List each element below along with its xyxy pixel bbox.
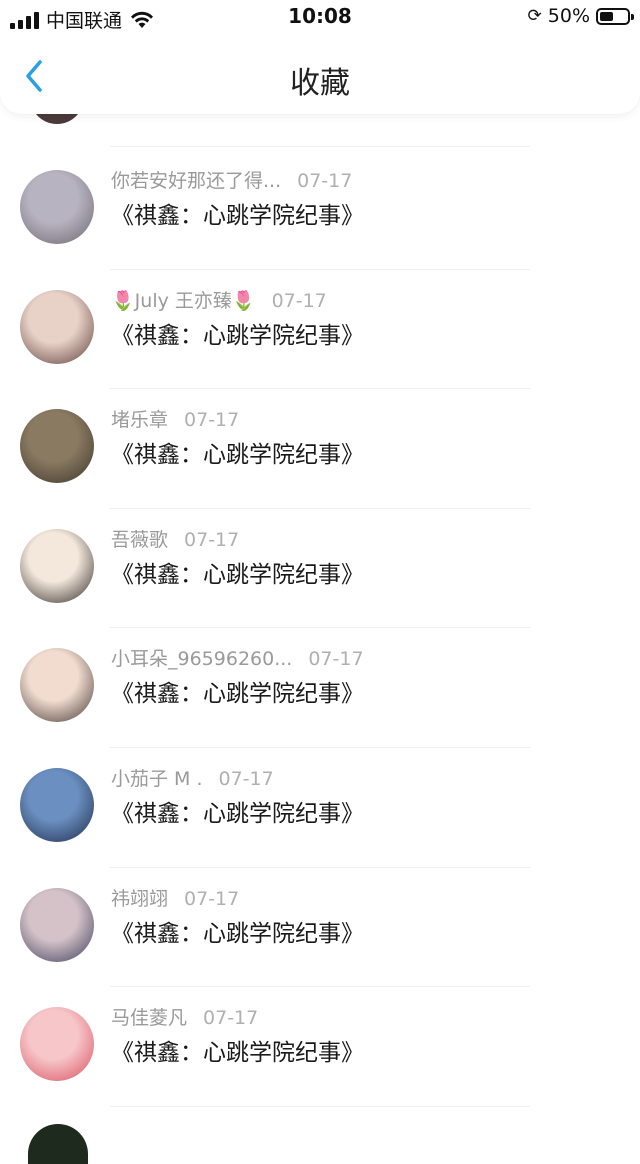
work-title[interactable]: 《祺鑫：心跳学院纪事》 bbox=[111, 914, 364, 948]
work-title[interactable]: 《祺鑫：心跳学院纪事》 bbox=[111, 794, 364, 828]
page-title: 收藏 bbox=[290, 66, 350, 101]
item-meta: 小耳朵_96596260... 07-17 bbox=[111, 644, 364, 671]
username[interactable]: 你若安好那还了得... bbox=[111, 170, 281, 192]
username[interactable]: 马佳菱凡 bbox=[111, 1007, 187, 1029]
rotation-lock-icon: ⟳ bbox=[527, 6, 542, 26]
item-meta: 吾薇歌 07-17 bbox=[111, 525, 239, 552]
item-date: 07-17 bbox=[218, 768, 274, 790]
tulip-icon: 🌷 bbox=[231, 289, 256, 312]
avatar[interactable] bbox=[20, 1007, 94, 1082]
avatar[interactable] bbox=[20, 887, 94, 962]
username[interactable]: July 王亦臻 bbox=[135, 290, 232, 312]
avatar[interactable] bbox=[20, 170, 94, 244]
battery-percent: 50% bbox=[547, 5, 590, 27]
avatar[interactable] bbox=[20, 409, 94, 484]
username[interactable]: 小茄子 M . bbox=[111, 768, 203, 790]
username[interactable]: 堵乐章 bbox=[111, 409, 168, 431]
work-title[interactable]: 《祺鑫：心跳学院纪事》 bbox=[111, 674, 364, 708]
list-item[interactable]: 马佳菱凡 07-17 《祺鑫：心跳学院纪事》 bbox=[0, 987, 640, 1107]
tulip-icon: 🌷 bbox=[111, 289, 135, 312]
work-title[interactable]: 《祺鑫：心跳学院纪事》 bbox=[111, 555, 364, 589]
item-meta: 小茄子 M . 07-17 bbox=[111, 764, 274, 791]
avatar[interactable] bbox=[20, 289, 94, 364]
status-bar: 中国联通 10:08 ⟳ 50% bbox=[0, 0, 640, 34]
item-date: 07-17 bbox=[297, 170, 353, 192]
item-date: 07-17 bbox=[184, 887, 240, 910]
item-meta: 马佳菱凡 07-17 bbox=[111, 1003, 258, 1030]
work-title[interactable]: 《祺鑫：心跳学院纪事》 bbox=[111, 1033, 364, 1067]
avatar[interactable] bbox=[20, 768, 94, 842]
list-item[interactable]: 小茄子 M . 07-17 《祺鑫：心跳学院纪事》 bbox=[0, 748, 640, 868]
work-title[interactable]: 《祺鑫：心跳学院纪事》 bbox=[111, 196, 364, 230]
list-item[interactable]: 你若安好那还了得... 07-17 《祺鑫：心跳学院纪事》 bbox=[0, 150, 640, 270]
nav-bar: 收藏 bbox=[0, 34, 640, 114]
item-date: 07-17 bbox=[184, 528, 240, 551]
item-meta: 你若安好那还了得... 07-17 bbox=[111, 166, 352, 193]
item-meta: 祎翊翊 07-17 bbox=[111, 884, 239, 911]
work-title[interactable]: 《祺鑫：心跳学院纪事》 bbox=[111, 435, 364, 469]
list-item[interactable]: 🌷July 王亦臻🌷 07-17 《祺鑫：心跳学院纪事》 bbox=[0, 270, 640, 390]
username[interactable]: 吾薇歌 bbox=[111, 529, 168, 551]
item-date: 07-17 bbox=[184, 409, 240, 432]
separator bbox=[110, 1105, 530, 1107]
separator bbox=[110, 146, 530, 147]
item-date: 07-17 bbox=[308, 648, 364, 671]
list-item[interactable]: 祎翊翊 07-17 《祺鑫：心跳学院纪事》 bbox=[0, 868, 640, 988]
work-title[interactable]: 《祺鑫：心跳学院纪事》 bbox=[111, 316, 364, 350]
username[interactable]: 祎翊翊 bbox=[111, 888, 168, 910]
list-item[interactable]: 小耳朵_96596260... 07-17 《祺鑫：心跳学院纪事》 bbox=[0, 628, 640, 748]
username[interactable]: 小耳朵_96596260... bbox=[111, 648, 292, 670]
battery-icon bbox=[596, 7, 634, 25]
item-date: 07-17 bbox=[203, 1007, 259, 1030]
status-right: ⟳ 50% bbox=[527, 5, 634, 27]
avatar-partial-bottom bbox=[28, 1124, 88, 1164]
list-item[interactable]: 堵乐章 07-17 《祺鑫：心跳学院纪事》 bbox=[0, 389, 640, 509]
avatar[interactable] bbox=[20, 528, 94, 603]
item-date: 07-17 bbox=[271, 289, 327, 312]
item-meta: 🌷July 王亦臻🌷 07-17 bbox=[111, 286, 327, 313]
list-item[interactable]: 吾薇歌 07-17 《祺鑫：心跳学院纪事》 bbox=[0, 509, 640, 629]
avatar[interactable] bbox=[20, 648, 94, 723]
item-meta: 堵乐章 07-17 bbox=[111, 405, 239, 432]
